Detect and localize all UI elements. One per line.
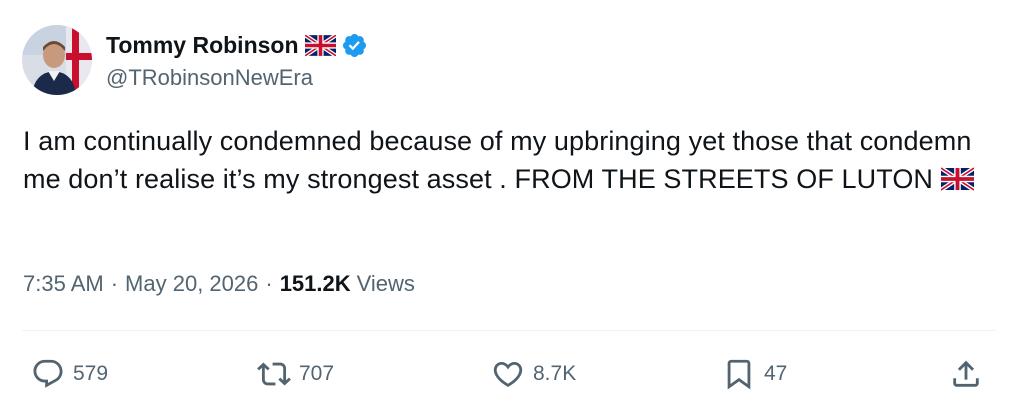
name-row: Tommy Robinson (106, 27, 368, 63)
author-handle[interactable]: @TRobinsonNewEra (106, 63, 368, 93)
author-names: Tommy Robinson @TRobinsonNewEra (106, 27, 368, 93)
uk-flag-icon (303, 32, 337, 58)
views-label: Views (356, 271, 415, 296)
bookmark-button[interactable]: 47 (722, 352, 787, 396)
heart-icon (493, 361, 523, 387)
retweet-icon (257, 362, 291, 386)
tweet-card: Tommy Robinson @TRobinsonNewEra I am con… (0, 0, 1012, 404)
avatar-image (22, 25, 92, 95)
avatar[interactable] (22, 25, 92, 95)
uk-flag-icon (939, 163, 976, 192)
verified-badge-icon[interactable] (341, 32, 368, 59)
divider (22, 330, 996, 331)
tweet-header: Tommy Robinson @TRobinsonNewEra (22, 25, 368, 95)
share-button[interactable] (949, 352, 983, 396)
reply-icon (33, 359, 63, 388)
like-count: 8.7K (533, 362, 577, 385)
retweet-count: 707 (299, 362, 335, 385)
tweet-text: I am continually condemned because of my… (23, 126, 972, 194)
tweet-date[interactable]: May 20, 2026 (125, 271, 258, 297)
tweet-meta: 7:35 AM · May 20, 2026 · 151.2K Views (23, 271, 415, 297)
tweet-time[interactable]: 7:35 AM (23, 271, 104, 297)
separator-dot: · (110, 271, 119, 296)
retweet-button[interactable]: 707 (257, 352, 334, 396)
bookmark-count: 47 (764, 362, 788, 385)
share-icon (953, 360, 979, 387)
like-button[interactable]: 8.7K (491, 352, 576, 396)
views-count: 151.2K (279, 271, 351, 296)
action-bar: 579 707 8.7K 47 (0, 352, 1012, 396)
display-name[interactable]: Tommy Robinson (106, 32, 299, 59)
reply-count: 579 (73, 362, 109, 385)
bookmark-icon (727, 359, 751, 390)
reply-button[interactable]: 579 (31, 352, 108, 396)
tweet-body: I am continually condemned because of my… (23, 122, 998, 198)
separator-dot: · (265, 271, 273, 296)
